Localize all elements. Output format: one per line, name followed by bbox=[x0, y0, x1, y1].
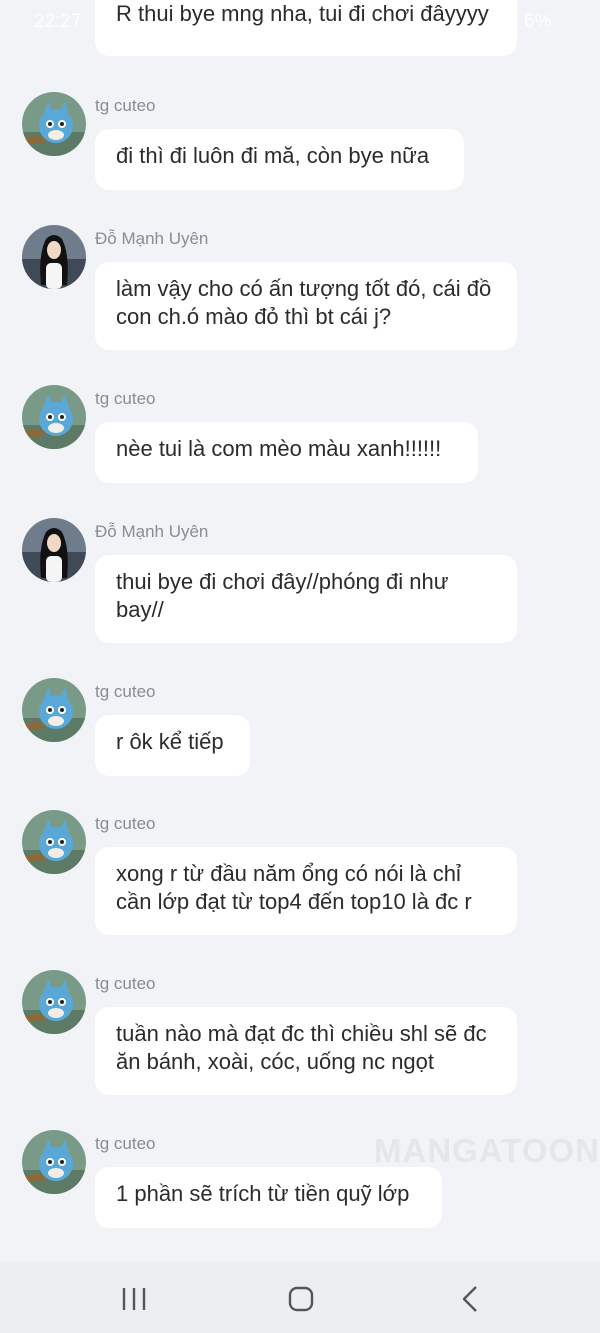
sender-name: tg cuteo bbox=[95, 814, 156, 833]
sender-name: tg cuteo bbox=[95, 1134, 156, 1153]
message-text: làm vậy cho có ấn tượng tốt đó, cái đồ c… bbox=[116, 276, 492, 329]
home-icon bbox=[288, 1286, 314, 1312]
sender-name: tg cuteo bbox=[95, 974, 156, 993]
message-text: 1 phần sẽ trích từ tiền quỹ lớp bbox=[116, 1181, 410, 1206]
sender-name: tg cuteo bbox=[95, 96, 156, 115]
sender-name: Đỗ Mạnh Uyên bbox=[95, 229, 209, 248]
message-text: nèe tui là com mèo màu xanh!!!!!! bbox=[116, 436, 442, 461]
message-bubble[interactable]: làm vậy cho có ấn tượng tốt đó, cái đồ c… bbox=[95, 262, 517, 350]
blue-cat-avatar[interactable] bbox=[22, 1130, 86, 1194]
message-text: xong r từ đầu năm ổng có nói là chỉ cần … bbox=[116, 861, 472, 914]
message-text: thui bye đi chơi đây//phóng đi như bay// bbox=[116, 569, 449, 622]
home-button[interactable] bbox=[281, 1284, 321, 1314]
status-time: 22:27 bbox=[34, 11, 82, 32]
back-icon bbox=[462, 1286, 477, 1312]
message-text: đi thì đi luôn đi mă, còn bye nữa bbox=[116, 143, 430, 168]
girl-avatar[interactable] bbox=[22, 518, 86, 582]
blue-cat-avatar[interactable] bbox=[22, 970, 86, 1034]
battery-level: 6% bbox=[524, 11, 552, 32]
blue-cat-avatar[interactable] bbox=[22, 385, 86, 449]
message-bubble[interactable]: đi thì đi luôn đi mă, còn bye nữa bbox=[95, 129, 464, 190]
navigation-bar bbox=[0, 1262, 600, 1333]
blue-cat-avatar[interactable] bbox=[22, 678, 86, 742]
chat-list[interactable]: R thui bye mng nha, tui đi chơi đâyyyy t… bbox=[0, 0, 600, 1262]
girl-avatar[interactable] bbox=[22, 225, 86, 289]
message-text: tuần nào mà đạt đc thì chiều shl sẽ đc ă… bbox=[116, 1021, 487, 1074]
recents-button[interactable] bbox=[114, 1284, 154, 1314]
blue-cat-avatar[interactable] bbox=[22, 810, 86, 874]
message-bubble[interactable]: tuần nào mà đạt đc thì chiều shl sẽ đc ă… bbox=[95, 1007, 517, 1095]
status-bar: 22:27 6% bbox=[0, 0, 600, 44]
watermark-logo: MANGATOON bbox=[374, 1132, 600, 1169]
blue-cat-avatar[interactable] bbox=[22, 92, 86, 156]
sender-name: tg cuteo bbox=[95, 389, 156, 408]
message-bubble[interactable]: 1 phần sẽ trích từ tiền quỹ lớp bbox=[95, 1167, 442, 1228]
message-bubble[interactable]: xong r từ đầu năm ổng có nói là chỉ cần … bbox=[95, 847, 517, 935]
sender-name: Đỗ Mạnh Uyên bbox=[95, 522, 209, 541]
message-bubble[interactable]: r ôk kể tiếp bbox=[95, 715, 250, 776]
recents-icon bbox=[122, 1288, 146, 1310]
message-text: r ôk kể tiếp bbox=[116, 729, 224, 754]
message-bubble[interactable]: thui bye đi chơi đây//phóng đi như bay// bbox=[95, 555, 517, 643]
back-button[interactable] bbox=[451, 1284, 491, 1314]
sender-name: tg cuteo bbox=[95, 682, 156, 701]
message-bubble[interactable]: nèe tui là com mèo màu xanh!!!!!! bbox=[95, 422, 478, 483]
